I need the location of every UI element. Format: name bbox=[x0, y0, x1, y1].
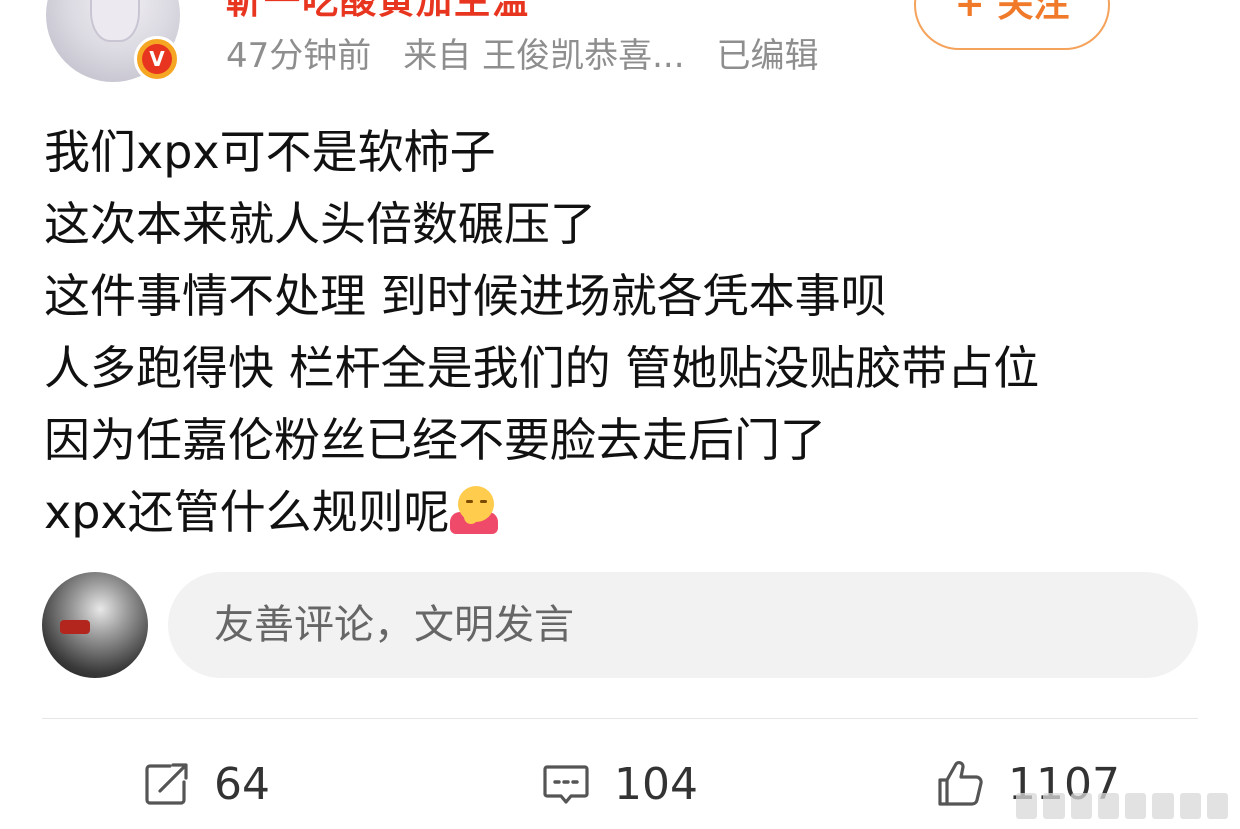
comment-input[interactable] bbox=[168, 572, 1198, 678]
repost-count: 64 bbox=[214, 758, 270, 810]
comment-count: 104 bbox=[614, 758, 698, 810]
post-line: 我们xpx可不是软柿子 bbox=[44, 125, 496, 179]
post-line: 人多跑得快 栏杆全是我们的 管她贴没贴胶带占位 bbox=[44, 341, 1040, 395]
watermark bbox=[1016, 793, 1228, 819]
post-body: 我们xpx可不是软柿子 这次本来就人头倍数碾压了 这件事情不处理 到时候进场就各… bbox=[44, 116, 1204, 548]
post-line: 这次本来就人头倍数碾压了 bbox=[44, 197, 596, 251]
verified-badge-icon: V bbox=[134, 36, 180, 82]
follow-button[interactable]: + 关注 bbox=[914, 0, 1110, 50]
like-icon bbox=[938, 761, 983, 806]
commenter-avatar[interactable] bbox=[42, 572, 148, 678]
divider bbox=[42, 718, 1198, 719]
post-line-text: xpx还管什么规则呢 bbox=[44, 485, 450, 539]
edited-label[interactable]: 已编辑 bbox=[717, 28, 819, 77]
hugging-face-emoji-icon bbox=[449, 486, 498, 534]
repost-button[interactable]: 64 bbox=[140, 752, 270, 816]
post-meta: 47分钟前 来自 王俊凯恭喜... 已编辑 bbox=[226, 28, 819, 77]
comment-button[interactable]: 104 bbox=[540, 752, 698, 816]
post-line: 这件事情不处理 到时候进场就各凭本事呗 bbox=[44, 269, 887, 323]
repost-icon bbox=[145, 763, 188, 805]
verified-mark: V bbox=[142, 44, 172, 74]
author-name[interactable]: 靳一吃酸黄加生温 bbox=[226, 0, 530, 24]
comment-icon bbox=[543, 765, 589, 804]
post-line: 因为任嘉伦粉丝已经不要脸去走后门了 bbox=[44, 413, 826, 467]
post-time: 47分钟前 bbox=[226, 36, 372, 76]
post-line-last: xpx还管什么规则呢 bbox=[44, 476, 1204, 548]
avatar-figure bbox=[90, 0, 140, 42]
post-source[interactable]: 来自 王俊凯恭喜... bbox=[403, 28, 684, 77]
